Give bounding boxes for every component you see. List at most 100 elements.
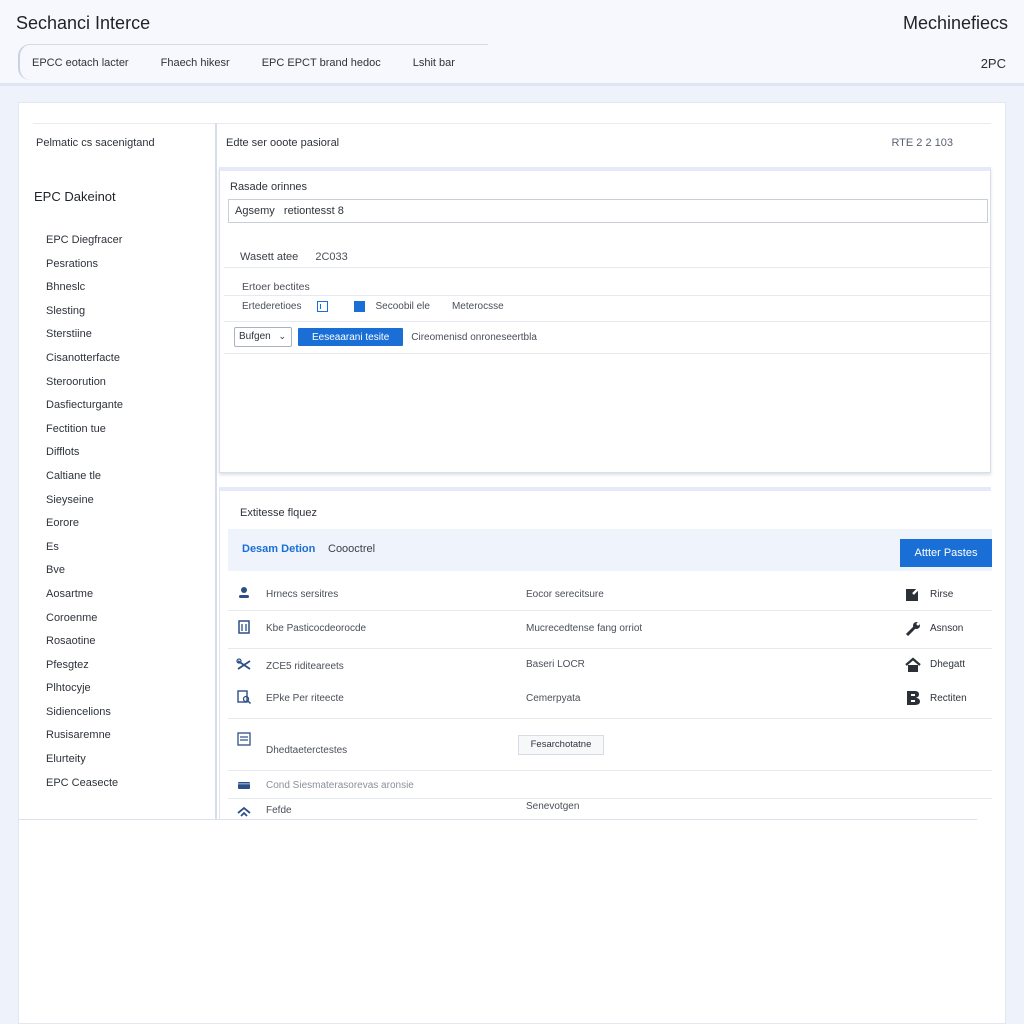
sidebar-item[interactable]: Pfesgtez: [46, 656, 123, 680]
sidebar-list: EPC Diegfracer Pesrations Bhneslc Slesti…: [46, 231, 123, 797]
option-label: Meterocsse: [451, 301, 504, 312]
sidebar-item[interactable]: Pesrations: [46, 255, 123, 279]
sidebar-item[interactable]: Elurteity: [46, 750, 123, 774]
row-detail: Mucrecedtense fang orriot: [526, 623, 643, 634]
list-icon: [237, 732, 251, 746]
field-row: Wasett atee 2C033: [240, 251, 348, 263]
checkbox-checked[interactable]: [354, 301, 366, 312]
option-label: Secoobil ele: [375, 301, 430, 312]
app-right-title: Mechinefiecs: [902, 13, 1008, 33]
row-detail: Cemerpyata: [526, 693, 581, 704]
divider: [224, 353, 990, 354]
sidebar-item[interactable]: Difflots: [46, 443, 123, 467]
table-row[interactable]: Cond Siesmaterasorevas aronsie: [228, 771, 992, 799]
card-icon: [238, 782, 250, 789]
row-name: Fefde: [266, 805, 292, 816]
table-row[interactable]: Dhedtaeterctestes Fesarchotatne: [228, 719, 992, 771]
sidebar-item[interactable]: Bhneslc: [46, 278, 123, 302]
row-detail: Baseri LOCR: [526, 659, 585, 670]
sidebar-item[interactable]: EPC Diegfracer: [46, 231, 123, 255]
form-card: Rasade orinnes Wasett atee 2C033 Ertoer …: [219, 167, 991, 473]
tab-fhaech[interactable]: Fhaech hikesr: [145, 57, 246, 69]
sidebar-item[interactable]: Rosaotine: [46, 632, 123, 656]
wrench-icon[interactable]: [904, 620, 922, 638]
sidebar-item[interactable]: Sidiencelions: [46, 703, 123, 727]
tab-epcc-eotach[interactable]: EPCC eotach lacter: [20, 57, 145, 69]
sidebar-item[interactable]: EPC Ceasecte: [46, 774, 123, 798]
table-row[interactable]: ZCE5 riditeareets Baseri LOCR Dhegatt: [228, 649, 992, 681]
form-actions: Bufgen ⌄ Eeseaarani tesite Cireomenisd o…: [234, 327, 537, 347]
table-row[interactable]: Fefde Senevotgen: [228, 799, 992, 823]
row-action[interactable]: Rectiten: [930, 693, 967, 704]
header-code: 2PC: [980, 56, 1006, 71]
table-row[interactable]: Hrnecs sersitres Eocor serecitsure Rirse: [228, 581, 992, 611]
tab-desam-detion[interactable]: Desam Detion: [242, 543, 315, 555]
checkbox-unchecked[interactable]: [317, 301, 329, 312]
home-icon[interactable]: [904, 656, 922, 674]
user-icon: [239, 587, 249, 598]
form-caption: Edte ser ooote pasioral: [226, 137, 340, 149]
app-header: Sechanci Interce Mechinefiecs EPCC eotac…: [0, 0, 1024, 86]
tab-epc-brand[interactable]: EPC EPCT brand hedoc: [246, 57, 397, 69]
chevron-down-icon: ⌄: [278, 331, 286, 341]
sidebar-item[interactable]: Sterstiine: [46, 325, 123, 349]
sidebar: Pelmatic cs sacenigtand EPC Dakeinot EPC…: [33, 123, 217, 819]
tab-lshit-bar[interactable]: Lshit bar: [397, 57, 471, 69]
sidebar-item[interactable]: Plhtocyje: [46, 679, 123, 703]
row-name: Dhedtaeterctestes: [266, 745, 348, 756]
table-row[interactable]: EPke Per riteecte Cemerpyata Rectiten: [228, 681, 992, 719]
submit-button[interactable]: Eeseaarani tesite: [298, 328, 404, 346]
sidebar-item[interactable]: Rusisaremne: [46, 726, 123, 750]
select-value: Bufgen: [239, 331, 271, 342]
sidebar-item[interactable]: Sieyseine: [46, 491, 123, 515]
table-caption: Extitesse flquez: [240, 507, 318, 519]
row-name: ZCE5 riditeareets: [266, 661, 344, 672]
field-value: 2C033: [315, 251, 348, 263]
row-name: Cond Siesmaterasorevas aronsie: [266, 780, 414, 791]
row-action[interactable]: Dhegatt: [930, 659, 965, 670]
row-detail: Eocor serecitsure: [526, 589, 604, 600]
b-icon[interactable]: [904, 689, 922, 707]
divider: [224, 321, 990, 322]
signal-icon: [237, 806, 251, 817]
sidebar-item[interactable]: Cisanotterfacte: [46, 349, 123, 373]
table-row[interactable]: Kbe Pasticocdeorocde Mucrecedtense fang …: [228, 611, 992, 649]
sidebar-item[interactable]: Eorore: [46, 514, 123, 538]
sidebar-item[interactable]: Caltiane tle: [46, 467, 123, 491]
form-meta: RTE 2 2 103: [891, 137, 953, 149]
file-search-icon: [237, 690, 252, 705]
options-label: Ertoer bectites: [242, 281, 310, 293]
table-toolbar: Desam Detion Coooctrel Attter Pastes: [228, 529, 992, 571]
edit-icon[interactable]: [904, 585, 922, 603]
divider: [224, 267, 990, 268]
hint-text: Cireomenisd onroneseertbla: [411, 331, 537, 343]
main-panel: Pelmatic cs sacenigtand EPC Dakeinot EPC…: [18, 102, 1006, 1024]
search-input[interactable]: [228, 199, 988, 223]
sidebar-item[interactable]: Aosartme: [46, 585, 123, 609]
tab-coooctrel[interactable]: Coooctrel: [328, 543, 375, 555]
sidebar-item[interactable]: Slesting: [46, 302, 123, 326]
sidebar-item[interactable]: Coroenme: [46, 609, 123, 633]
row-name: EPke Per riteecte: [266, 693, 344, 704]
document-icon: [238, 620, 250, 634]
sidebar-item[interactable]: Steroorution: [46, 373, 123, 397]
sidebar-item[interactable]: Fectition tue: [46, 420, 123, 444]
tab-strip: EPCC eotach lacter Fhaech hikesr EPC EPC…: [18, 44, 488, 80]
row-name: Hrnecs sersitres: [266, 589, 339, 600]
option-label: Ertederetioes: [242, 301, 302, 312]
row-detail: Senevotgen: [526, 801, 580, 812]
app-title: Sechanci Interce: [16, 13, 151, 33]
divider: [224, 295, 990, 296]
row-action[interactable]: Asnson: [930, 623, 963, 634]
sidebar-heading: EPC Dakeinot: [34, 189, 116, 204]
sidebar-item[interactable]: Es: [46, 538, 123, 562]
sidebar-item[interactable]: Bve: [46, 561, 123, 585]
input-label: Rasade orinnes: [230, 181, 308, 193]
field-label: Wasett atee: [240, 251, 299, 263]
add-parts-button[interactable]: Attter Pastes: [900, 539, 992, 567]
sidebar-item[interactable]: Dasfiecturgante: [46, 396, 123, 420]
sidebar-caption: Pelmatic cs sacenigtand: [36, 137, 155, 149]
row-action[interactable]: Rirse: [930, 589, 953, 600]
status-chip[interactable]: Fesarchotatne: [518, 735, 604, 755]
type-select[interactable]: Bufgen ⌄: [234, 327, 292, 347]
